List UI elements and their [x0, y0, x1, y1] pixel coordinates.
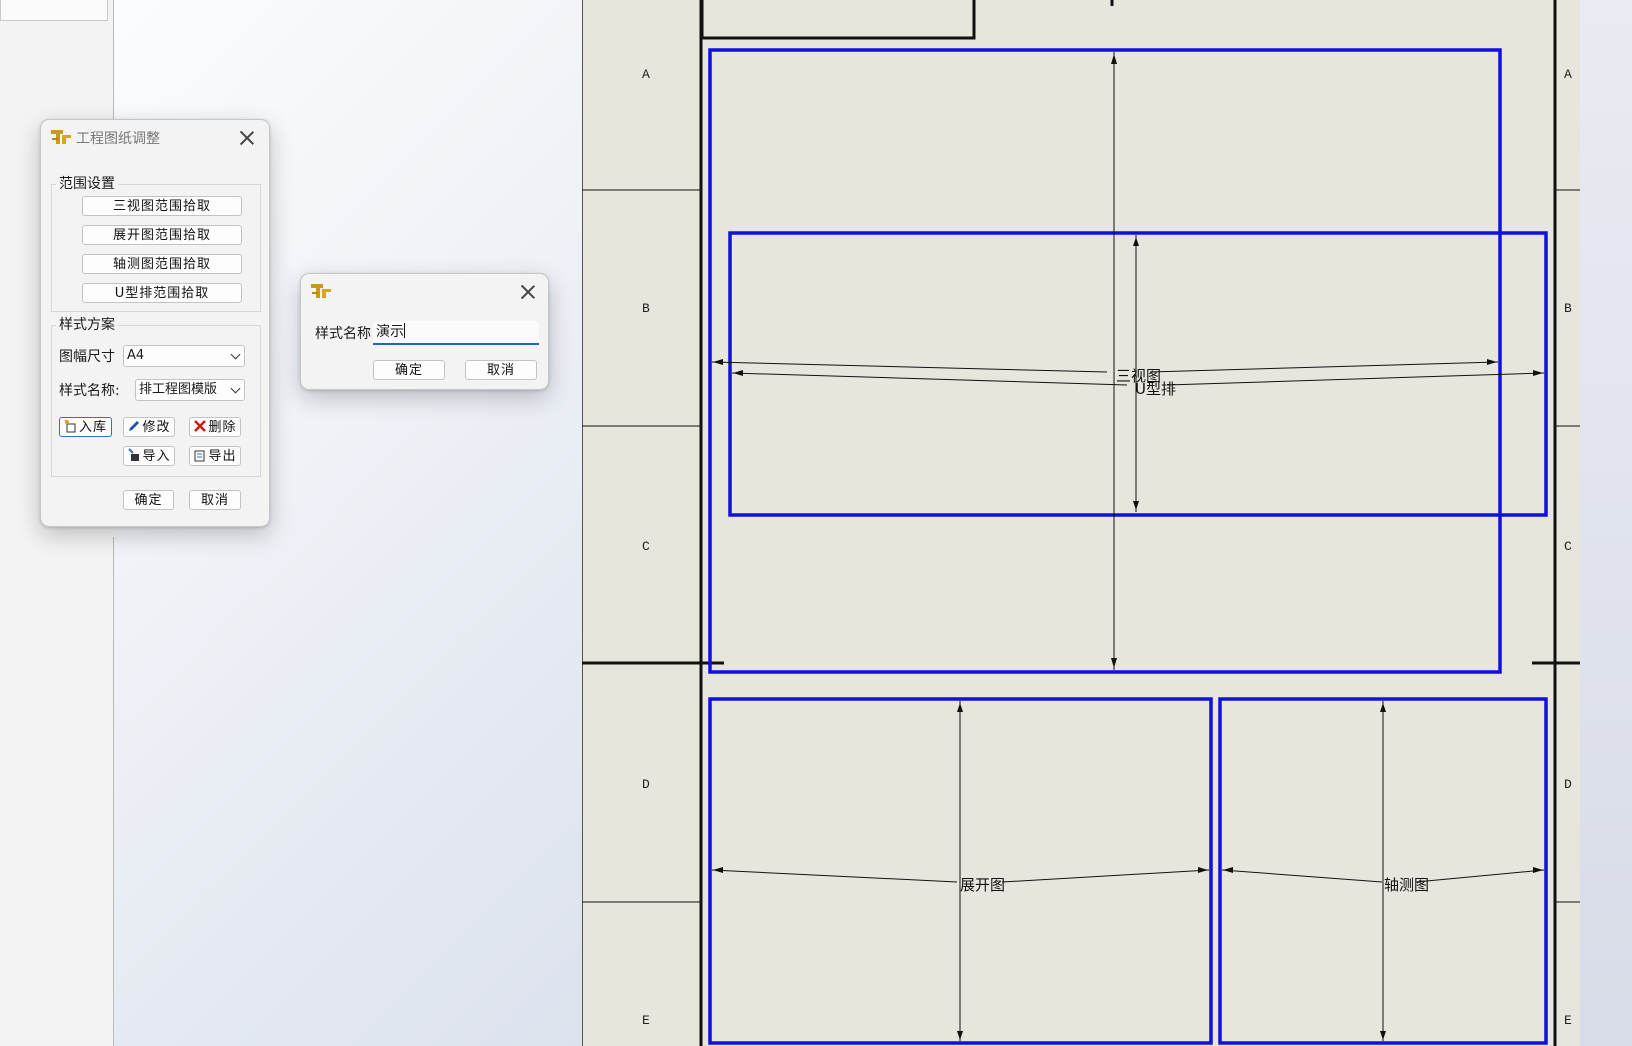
arrow-head [1533, 867, 1543, 873]
export-icon [194, 450, 205, 462]
export-style-label: 导出 [208, 449, 237, 464]
three-view-region[interactable] [708, 48, 1502, 674]
unfold-label: 展开图 [960, 876, 1005, 894]
unfold-pick-button[interactable]: 展开图范围拾取 [82, 225, 242, 245]
row-label-c-left: C [642, 539, 650, 554]
name-cancel-button[interactable]: 取消 [465, 360, 537, 380]
chevron-down-icon [230, 349, 241, 360]
modify-style-label: 修改 [142, 420, 171, 435]
name-ok-button[interactable]: 确定 [373, 360, 445, 380]
row-label-e-right: E [1564, 1013, 1572, 1028]
row-label-a-left: A [642, 67, 650, 82]
drawing-adjust-dialog: 工程图纸调整 范围设置 三视图范围拾取 展开图范围拾取 轴测图范围拾取 U型排范… [40, 119, 270, 527]
iso-horizontal-guide [1415, 869, 1545, 883]
app-logo-icon [311, 284, 331, 298]
ok-button[interactable]: 确定 [123, 490, 174, 510]
delete-style-button[interactable]: 删除 [189, 417, 241, 437]
arrow-head [957, 703, 963, 712]
style-scheme-label: 样式方案 [56, 314, 118, 334]
text-caret [404, 323, 405, 338]
arrow-head [1223, 867, 1233, 873]
title-block-border [700, 0, 976, 40]
row-label-e-left: E [642, 1013, 650, 1028]
host-app-panel-box [0, 0, 108, 21]
engineering-drawing[interactable]: A B C D E A B C D E 三视图 U型排 展开图 轴测图 [582, 0, 1580, 1046]
row-label-b-left: B [642, 301, 650, 316]
export-style-button[interactable]: 导出 [189, 446, 241, 466]
style-name-dialog: 样式名称 演示 确定 取消 [300, 273, 549, 390]
add-to-library-icon [64, 419, 76, 433]
style-name-input-value: 演示 [376, 324, 404, 340]
arrow-head [1380, 703, 1386, 712]
range-settings-label: 范围设置 [56, 173, 118, 193]
arrow-head [1111, 54, 1117, 64]
sheet-size-label: 图幅尺寸 [59, 349, 115, 365]
u-row-horizontal-guide [1166, 372, 1545, 386]
style-name-field-label: 样式名称 [315, 326, 371, 342]
right-background-strip [1580, 0, 1632, 1046]
three-view-pick-button[interactable]: 三视图范围拾取 [82, 196, 242, 216]
row-label-d-left: D [642, 777, 650, 792]
arrow-head [1198, 867, 1208, 873]
iso-horizontal-guide [1221, 869, 1383, 883]
row-label-a-right: A [1564, 67, 1572, 82]
style-name-input[interactable]: 演示 [373, 321, 539, 345]
modify-style-button[interactable]: 修改 [123, 417, 175, 437]
pencil-icon [129, 421, 140, 431]
add-style-button[interactable]: 入库 [59, 417, 112, 437]
dialog-title: 工程图纸调整 [76, 131, 160, 147]
import-icon [128, 448, 140, 461]
arrow-head [957, 1031, 963, 1040]
u-row-label: U型排 [1135, 380, 1176, 398]
arrow-head [713, 867, 723, 873]
unfold-horizontal-guide [711, 869, 958, 883]
import-style-label: 导入 [142, 449, 171, 464]
unfold-horizontal-guide [1001, 869, 1210, 883]
close-icon[interactable] [239, 130, 255, 146]
style-name-select[interactable]: 排工程图模版 [135, 379, 245, 401]
delete-style-label: 删除 [208, 420, 237, 435]
add-style-label: 入库 [78, 420, 107, 435]
row-label-b-right: B [1564, 301, 1572, 316]
delete-x-icon [194, 420, 207, 432]
arrow-head [733, 370, 743, 376]
iso-pick-button[interactable]: 轴测图范围拾取 [82, 254, 242, 274]
row-label-d-right: D [1564, 777, 1572, 792]
arrow-head [713, 359, 723, 365]
import-style-button[interactable]: 导入 [123, 446, 175, 466]
sheet-size-value: A4 [127, 348, 145, 363]
row-label-c-right: C [1564, 539, 1572, 554]
arrow-head [1487, 359, 1497, 365]
arrow-head [1380, 1031, 1386, 1040]
close-icon[interactable] [520, 284, 536, 300]
cancel-button[interactable]: 取消 [189, 490, 241, 510]
sheet-size-select[interactable]: A4 [123, 345, 245, 367]
style-name-label: 样式名称: [59, 383, 120, 399]
u-row-pick-button[interactable]: U型排范围拾取 [82, 283, 242, 303]
arrow-head [1133, 237, 1139, 246]
three-view-horizontal-guide [711, 361, 1108, 373]
arrow-head [1133, 501, 1139, 510]
u-row-horizontal-guide [731, 372, 1128, 386]
style-name-value: 排工程图模版 [139, 382, 218, 397]
iso-label: 轴测图 [1384, 876, 1429, 894]
arrow-head [1111, 658, 1117, 668]
three-view-horizontal-guide [1149, 361, 1499, 373]
app-logo-icon [51, 130, 71, 144]
arrow-head [1533, 370, 1543, 376]
chevron-down-icon [230, 383, 241, 394]
